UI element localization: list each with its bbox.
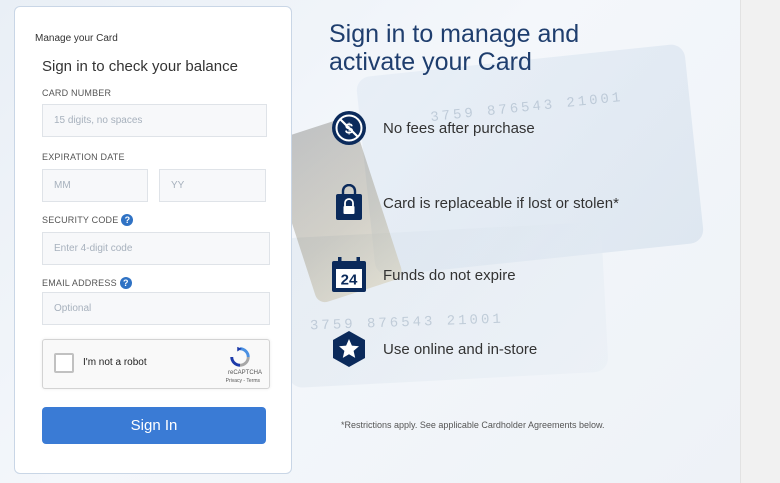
recaptcha-widget: I'm not a robot reCAPTCHA Privacy - Term… xyxy=(42,339,270,389)
feature-no-fees: $ No fees after purchase xyxy=(329,108,535,148)
svg-text:$: $ xyxy=(345,121,354,138)
page-gutter xyxy=(740,0,780,483)
calendar-24-icon: 24 xyxy=(329,255,369,295)
panel-title: Manage your Card xyxy=(35,33,118,44)
recaptcha-label: I'm not a robot xyxy=(83,357,147,368)
promo-headline-line-2: activate your Card xyxy=(329,48,532,76)
promo-headline: Sign in to manage and activate your Card xyxy=(329,20,629,76)
feature-text: Card is replaceable if lost or stolen* xyxy=(383,194,619,212)
feature-text: Use online and in-store xyxy=(383,340,538,358)
recaptcha-checkbox[interactable] xyxy=(54,353,74,373)
restrictions-disclaimer: *Restrictions apply. See applicable Card… xyxy=(341,420,605,430)
expiration-date-label: EXPIRATION DATE xyxy=(42,152,125,162)
promo-headline-line-1: Sign in to manage and xyxy=(329,20,580,48)
recaptcha-brand: reCAPTCHA xyxy=(227,370,262,376)
feature-text: Funds do not expire xyxy=(383,266,516,284)
security-code-input[interactable]: Enter 4-digit code xyxy=(42,232,270,265)
lock-bag-icon xyxy=(329,183,369,223)
svg-text:24: 24 xyxy=(341,272,358,289)
panel-subtitle: Sign in to check your balance xyxy=(42,58,238,75)
sign-in-panel: Manage your Card Sign in to check your b… xyxy=(14,6,292,474)
feature-text: No fees after purchase xyxy=(383,119,535,137)
card-number-label: CARD NUMBER xyxy=(42,88,112,98)
security-code-label: SECURITY CODE ? xyxy=(42,214,134,226)
feature-replaceable: Card is replaceable if lost or stolen* xyxy=(329,183,619,223)
email-help-icon[interactable]: ? xyxy=(119,277,132,289)
card-number-input[interactable]: 15 digits, no spaces xyxy=(42,104,267,137)
sign-in-button[interactable]: Sign In xyxy=(42,407,266,444)
star-hexagon-icon xyxy=(329,329,369,369)
email-address-input[interactable]: Optional xyxy=(42,292,270,325)
feature-no-expire: 24 Funds do not expire xyxy=(329,255,516,295)
expiration-year-input[interactable]: YY xyxy=(159,169,266,202)
expiration-month-input[interactable]: MM xyxy=(42,169,148,202)
feature-online-in-store: Use online and in-store xyxy=(329,329,537,369)
email-address-label: EMAIL ADDRESS ? xyxy=(42,277,132,289)
recaptcha-logo-icon xyxy=(230,346,250,367)
no-dollar-icon: $ xyxy=(329,108,369,148)
recaptcha-terms-link[interactable]: Privacy - Terms xyxy=(226,378,260,384)
security-code-help-icon[interactable]: ? xyxy=(121,214,134,226)
